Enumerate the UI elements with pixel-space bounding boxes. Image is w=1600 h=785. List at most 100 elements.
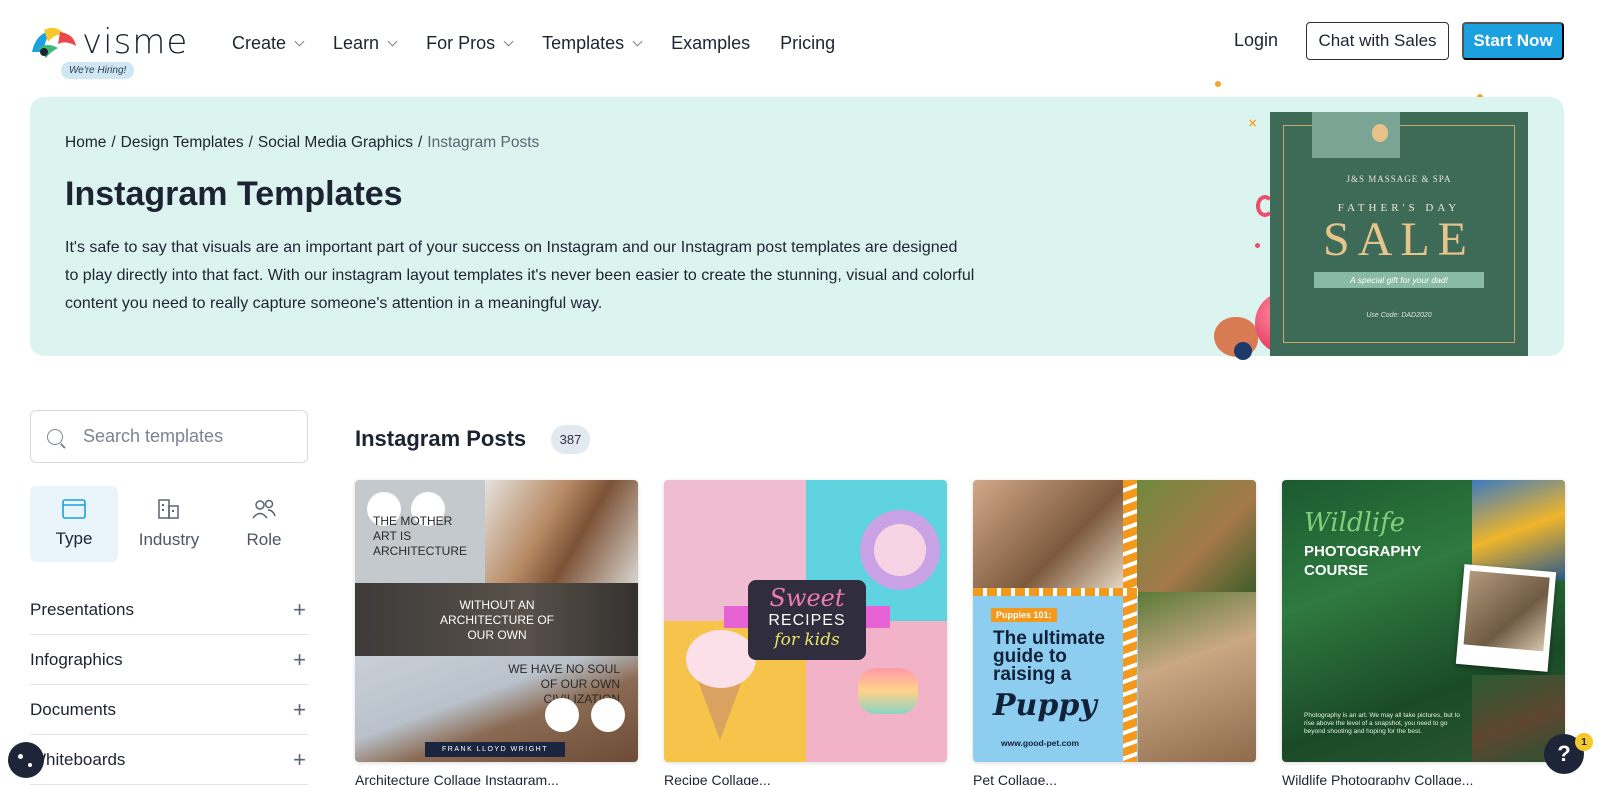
page-description: It's safe to say that visuals are an imp… xyxy=(65,239,975,312)
browser-window-icon xyxy=(62,499,86,519)
card-author: FRANK LLOYD WRIGHT xyxy=(425,742,565,757)
nav-templates-label: Templates xyxy=(542,32,625,53)
nav-create[interactable]: Create xyxy=(232,30,305,56)
buildings-icon xyxy=(158,499,179,519)
nav-pricing-label: Pricing xyxy=(780,32,836,53)
card-small-text: Photography is an art. We may all take p… xyxy=(1304,712,1460,735)
card-recipes: RECIPES xyxy=(768,612,846,629)
breadcrumb-current: Instagram Posts xyxy=(427,134,540,151)
template-card-recipes[interactable]: Sweet RECIPES for kids xyxy=(664,480,947,762)
category-presentations[interactable]: Presentations + xyxy=(30,585,308,635)
preview-logo-box xyxy=(1312,112,1400,158)
start-now-button[interactable]: Start Now xyxy=(1462,22,1564,60)
nav-templates[interactable]: Templates xyxy=(542,30,643,56)
spa-logo-icon xyxy=(1372,124,1388,142)
card-puppy: Puppy xyxy=(993,688,1097,723)
template-card-architecture[interactable]: THE MOTHER ART IS ARCHITECTURE WITHOUT A… xyxy=(355,480,638,762)
page-title: Instagram Templates xyxy=(65,175,403,213)
zigzag-divider xyxy=(1123,480,1137,762)
card-url: www.good-pet.com xyxy=(1001,738,1080,748)
quote-bubble-icon xyxy=(545,698,579,732)
zigzag-divider-horizontal xyxy=(973,588,1138,596)
plus-icon[interactable]: + xyxy=(293,597,306,623)
breadcrumb-home[interactable]: Home xyxy=(65,134,106,151)
breadcrumb: Home / Design Templates / Social Media Graph… xyxy=(65,134,540,151)
card-photo-monkeys xyxy=(1463,570,1550,652)
visme-logo[interactable]: visme We're Hiring! xyxy=(30,22,200,82)
card-headline: The ultimate guide to raising a xyxy=(993,628,1105,685)
tab-type[interactable]: Type xyxy=(30,486,118,562)
category-whiteboards[interactable]: Whiteboards + xyxy=(30,735,308,785)
site-header: visme We're Hiring! Create Learn For Pro… xyxy=(0,0,1600,90)
nav-examples[interactable]: Examples xyxy=(671,30,750,56)
card-wildlife: Wildlife xyxy=(1304,508,1406,538)
card-title[interactable]: Architecture Collage Instagram... xyxy=(355,772,559,785)
notification-badge: 1 xyxy=(1575,733,1593,751)
chat-with-sales-button[interactable]: Chat with Sales xyxy=(1306,22,1449,60)
visme-wordmark: visme xyxy=(82,22,189,62)
confetti-cross: ✕ xyxy=(1248,118,1258,130)
chevron-down-icon xyxy=(632,36,643,46)
donut-shape xyxy=(860,510,940,590)
preview-ribbon: A special gift for your dad! xyxy=(1314,272,1484,288)
confetti-dot xyxy=(1215,81,1221,87)
preview-code: Use Code: DAD2020 xyxy=(1366,312,1432,319)
card-photo-pug xyxy=(1138,592,1256,762)
filter-tabs: Type Industry Role xyxy=(30,486,308,562)
template-card-wildlife[interactable]: Wildlife PHOTOGRAPHY COURSE Photography … xyxy=(1282,480,1565,762)
preview-sale: SALE xyxy=(1323,213,1475,266)
search-box xyxy=(30,410,308,463)
icecream-scoop-shape xyxy=(686,630,756,688)
users-icon xyxy=(252,499,276,519)
nav-for-pros[interactable]: For Pros xyxy=(426,30,514,56)
card-photo-parrot xyxy=(1472,480,1565,580)
visme-logo-mark-icon xyxy=(32,27,76,58)
plus-icon[interactable]: + xyxy=(293,697,306,723)
hiring-badge[interactable]: We're Hiring! xyxy=(61,62,135,79)
plus-icon[interactable]: + xyxy=(293,647,306,673)
card-photo-boy-dog xyxy=(973,480,1123,592)
nav-learn-label: Learn xyxy=(333,32,380,53)
login-link[interactable]: Login xyxy=(1234,30,1278,51)
card-title-box: Sweet RECIPES for kids xyxy=(748,580,866,660)
breadcrumb-design-templates[interactable]: Design Templates xyxy=(121,134,244,151)
nav-for-pros-label: For Pros xyxy=(426,32,496,53)
nav-examples-label: Examples xyxy=(671,32,751,53)
category-label: Documents xyxy=(30,699,116,719)
card-quote-line: WITHOUT AN ARCHITECTURE OF OUR OWN xyxy=(440,598,554,642)
category-label: Presentations xyxy=(30,599,134,619)
card-sweet: Sweet xyxy=(769,584,845,612)
preview-spa-name: J&S MASSAGE & SPA xyxy=(1346,174,1452,184)
card-polaroid xyxy=(1455,564,1557,672)
hero-template-preview[interactable]: J&S MASSAGE & SPA FATHER'S DAY SALE A sp… xyxy=(1270,112,1528,356)
category-documents[interactable]: Documents + xyxy=(30,685,308,735)
tab-industry[interactable]: Industry xyxy=(125,486,213,562)
section-title: Instagram Posts xyxy=(355,426,527,451)
card-title[interactable]: Pet Collage... xyxy=(973,772,1057,785)
cookie-settings-icon[interactable] xyxy=(8,742,44,778)
chevron-down-icon xyxy=(503,36,514,46)
card-quote-line: THE MOTHER ART IS ARCHITECTURE xyxy=(373,514,468,558)
category-label: Whiteboards xyxy=(30,749,126,769)
plus-icon[interactable]: + xyxy=(293,747,306,773)
card-title[interactable]: Wildlife Photography Collage... xyxy=(1282,772,1473,785)
tab-role[interactable]: Role xyxy=(220,486,308,562)
shape-navy-ball xyxy=(1234,342,1252,360)
nav-learn[interactable]: Learn xyxy=(333,30,398,56)
chevron-down-icon xyxy=(294,36,305,46)
main-nav: Create Learn For Pros Templates Examples… xyxy=(232,30,865,56)
template-card-pets[interactable]: Puppies 101: The ultimate guide to raisi… xyxy=(973,480,1256,762)
tab-industry-label: Industry xyxy=(138,530,200,549)
macaron-shape xyxy=(858,668,918,714)
chevron-down-icon xyxy=(387,36,398,46)
nav-create-label: Create xyxy=(232,32,287,53)
breadcrumb-social-media-graphics[interactable]: Social Media Graphics xyxy=(258,134,413,151)
category-infographics[interactable]: Infographics + xyxy=(30,635,308,685)
search-input[interactable] xyxy=(83,426,293,447)
card-photo-building xyxy=(485,480,638,583)
tab-type-label: Type xyxy=(55,529,93,548)
quote-bubble-icon xyxy=(591,698,625,732)
confetti-dot xyxy=(1255,243,1260,248)
card-title[interactable]: Recipe Collage... xyxy=(664,772,771,785)
nav-pricing[interactable]: Pricing xyxy=(780,30,835,56)
